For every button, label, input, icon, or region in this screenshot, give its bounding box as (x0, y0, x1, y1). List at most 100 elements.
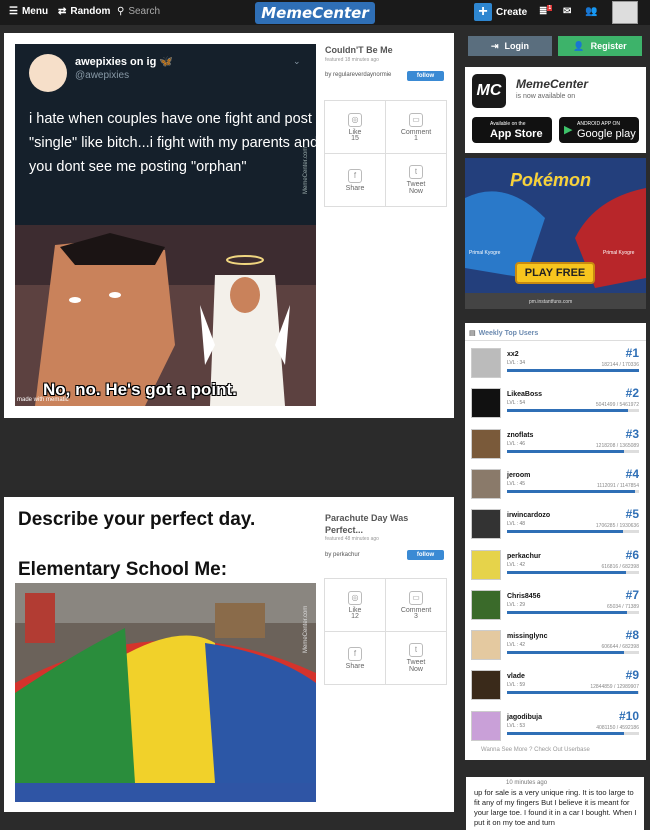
search-input[interactable]: ⚲ Search (117, 6, 160, 17)
app-promo: MC MemeCenter is now available on Availa… (465, 67, 646, 153)
user-points: 616816 / 682398 (601, 563, 639, 570)
user-rank: #8 (625, 628, 639, 643)
level-progress-bar (507, 570, 639, 574)
follow-button[interactable]: follow (407, 71, 444, 81)
user-avatar[interactable] (471, 630, 501, 661)
share-button[interactable]: f Share (325, 154, 385, 206)
user-name[interactable]: Chris8456 (507, 593, 540, 600)
user-icon: 👤 (573, 40, 585, 51)
post-author[interactable]: by regulareverdaynormie (325, 72, 391, 78)
post-author[interactable]: by perkachur (325, 552, 360, 558)
friends-icon[interactable]: 👥 (585, 6, 597, 17)
top-user-row[interactable]: missinglync LVL : 42 #8 606644 / 682398 (471, 626, 643, 666)
app-logo-icon: MC (472, 74, 506, 108)
comment-icon: ▭ (409, 112, 423, 127)
top-user-row[interactable]: vlade LVL : 59 #9 12844859 / 12989907 (471, 666, 643, 706)
kronk-scene: No, no. He's got a point. made with mema… (15, 225, 316, 406)
twitter-icon: t (409, 165, 423, 179)
post-actions: ◎ Like 12 ▭ Comment 3 f Share t Tweet Now (324, 578, 447, 685)
top-user-row[interactable]: LikeaBoss LVL : 54 #2 5041499 / 5461972 (471, 384, 643, 424)
user-name[interactable]: xx2 (507, 351, 519, 358)
comment-button[interactable]: ▭ Comment 1 (386, 101, 446, 153)
pokemon-ad[interactable]: Pokémon Primal Kyogre Primal Kyogre PLAY… (465, 158, 646, 309)
level-progress-fill (507, 449, 625, 453)
app-store-button[interactable]: Available on the App Store (472, 117, 552, 143)
user-avatar[interactable] (471, 388, 501, 419)
user-name[interactable]: LikeaBoss (507, 391, 542, 398)
user-avatar[interactable] (471, 670, 501, 701)
user-level: LVL : 59 (507, 682, 526, 689)
user-level: LVL : 34 (507, 360, 526, 366)
user-name[interactable]: jagodibuja (507, 714, 542, 721)
level-progress-bar (507, 409, 639, 413)
google-play-button[interactable]: ▶ ANDROID APP ON Google play (559, 117, 639, 143)
user-rank: #6 (625, 547, 639, 562)
user-name[interactable]: jeroom (507, 472, 530, 479)
notification-badge: 1 (547, 4, 553, 11)
meme-image[interactable]: awepixies on ig 🦋 @awepixies ⌄ i hate wh… (15, 44, 316, 406)
user-avatar[interactable] (471, 549, 501, 580)
follow-button[interactable]: follow (407, 550, 444, 560)
userbase-link[interactable]: Wanna See More ? Check Out Userbase (481, 747, 590, 753)
user-name[interactable]: znoflats (507, 432, 533, 439)
user-avatar[interactable] (612, 1, 638, 24)
user-name[interactable]: vlade (507, 673, 525, 680)
tweet-button[interactable]: t Tweet Now (386, 154, 446, 206)
top-user-row[interactable]: perkachur LVL : 42 #6 616816 / 682398 (471, 546, 643, 586)
top-user-row[interactable]: irwincardozo LVL : 48 #5 1706285 / 1930636 (471, 505, 643, 545)
user-name[interactable]: irwincardozo (507, 512, 550, 519)
level-progress-fill (507, 651, 625, 655)
user-level: LVL : 54 (507, 400, 526, 407)
user-avatar[interactable] (471, 589, 501, 620)
user-level: LVL : 46 (507, 440, 526, 447)
top-user-row[interactable]: jeroom LVL : 45 #4 1112091 / 1147854 (471, 465, 643, 505)
level-progress-fill (507, 731, 625, 735)
top-user-row[interactable]: znoflats LVL : 46 #3 1218208 / 1365089 (471, 425, 643, 465)
post-card: Describe your perfect day. Elementary Sc… (4, 497, 454, 812)
mail-icon[interactable]: ✉ (563, 6, 571, 17)
like-button[interactable]: ◎ Like 15 (325, 101, 385, 153)
menu-button[interactable]: ☰ Menu (9, 6, 48, 17)
facebook-icon: f (348, 168, 362, 183)
featured-time: featured 48 minutes ago (325, 536, 379, 542)
play-free-button[interactable]: PLAY FREE (515, 262, 595, 284)
like-button[interactable]: ◎ Like 12 (325, 579, 385, 631)
post-title[interactable]: Parachute Day Was Perfect... (325, 512, 415, 536)
watermark: MemeCenter.com (303, 146, 309, 194)
level-progress-bar (507, 610, 639, 614)
user-avatar[interactable] (471, 468, 501, 499)
top-user-row[interactable]: jagodibuja LVL : 53 #10 4081150 / 4592186 (471, 707, 643, 747)
login-button[interactable]: ⇥ Login (468, 36, 552, 56)
user-level: LVL : 29 (507, 601, 526, 608)
level-progress-bar (507, 731, 639, 735)
level-progress-bar (507, 691, 639, 695)
user-level: LVL : 42 (507, 642, 526, 649)
user-avatar[interactable] (471, 710, 501, 741)
user-avatar[interactable] (471, 348, 501, 378)
user-avatar[interactable] (471, 509, 501, 540)
user-name[interactable]: perkachur (507, 553, 541, 560)
share-button[interactable]: f Share (325, 632, 385, 684)
ad-left-tag: Primal Kyogre (469, 250, 501, 256)
user-rank: #7 (625, 587, 639, 602)
register-button[interactable]: 👤 Register (558, 36, 642, 56)
top-user-row[interactable]: xx2 LVL : 34 #1 182144 / 170336 (471, 344, 643, 384)
user-points: 606644 / 682398 (601, 644, 639, 651)
plus-icon: + (474, 3, 492, 21)
user-avatar[interactable] (471, 428, 501, 459)
user-rank: #10 (618, 708, 639, 723)
user-name[interactable]: missinglync (507, 633, 547, 640)
post-title[interactable]: Couldn'T Be Me (325, 45, 415, 55)
comment-button[interactable]: ▭ Comment 3 (386, 579, 446, 631)
create-button[interactable]: + Create (474, 3, 527, 21)
meme-image[interactable]: MemeCenter.com (15, 583, 316, 802)
meme-caption: No, no. He's got a point. (43, 380, 237, 399)
site-logo[interactable]: MemeCenter (255, 2, 375, 24)
comment-icon: ▭ (409, 590, 423, 605)
like-icon: ◎ (348, 590, 362, 605)
random-button[interactable]: ⇄ Random (58, 6, 110, 17)
top-user-row[interactable]: Chris8456 LVL : 29 #7 65034 / 71389 (471, 586, 643, 626)
level-progress-fill (507, 610, 628, 614)
tweet-button[interactable]: t Tweet Now (386, 632, 446, 684)
notifications-icon[interactable]: ≣ 1 (539, 4, 553, 17)
